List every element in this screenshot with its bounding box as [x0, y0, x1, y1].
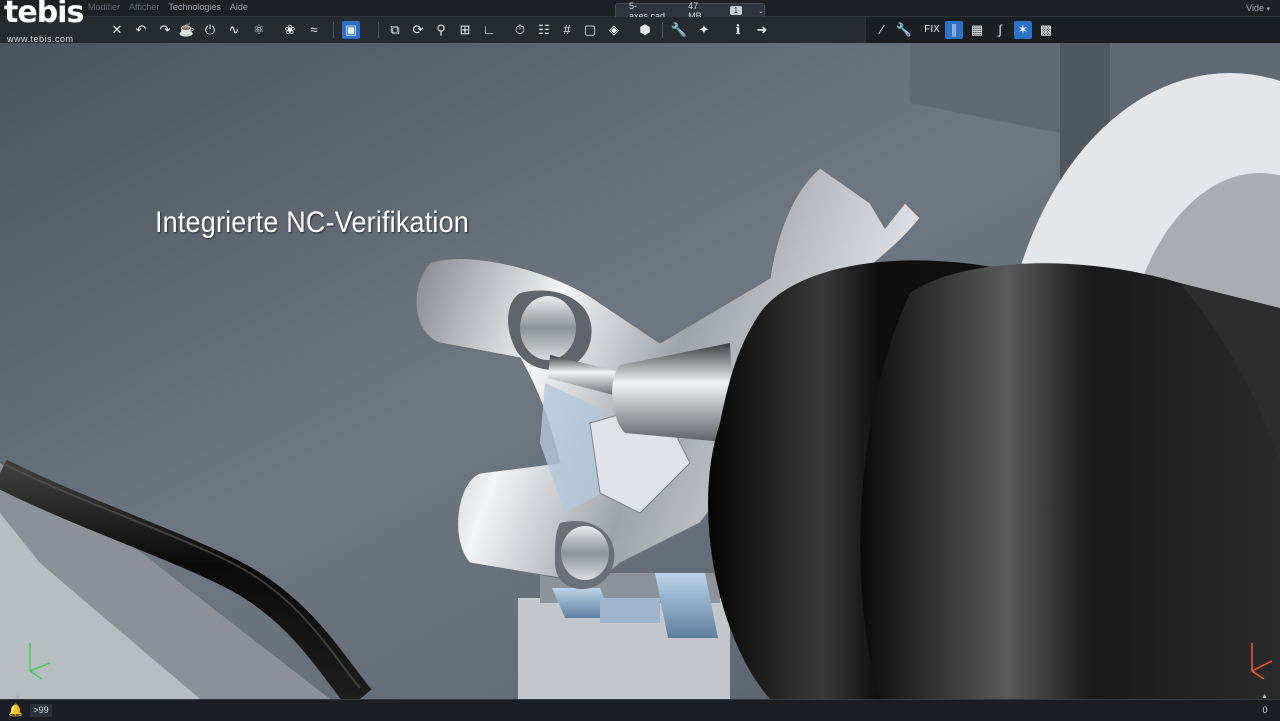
wrench-icon[interactable]: 🔧 — [895, 21, 913, 39]
bell-icon[interactable]: 🔔 — [8, 703, 23, 717]
collision-check-icon[interactable]: ✶ — [1014, 21, 1032, 39]
simulation-icon[interactable]: ∫ — [991, 21, 1009, 39]
chevron-up-icon[interactable]: ▲ — [14, 693, 21, 700]
parallel-lines-icon[interactable]: ∕ — [873, 21, 891, 39]
axis-icon[interactable]: ∟ — [480, 21, 498, 39]
menu-bar: Modifier Afficher Technologies Aide 5-ax… — [0, 0, 1280, 21]
fix-button[interactable]: FIX — [921, 21, 943, 39]
workpiece-bore-top-inner — [520, 296, 576, 360]
main-toolbar: ✕ ↶ ↷ ☕ ⏻ ∿ ⚛ ❀ ≈ ▣ ⧉ ⟳ ⚲ ⊞ ∟ ⏱ ☷ # ▢ ◈ … — [0, 17, 865, 43]
refresh-icon[interactable]: ⟳ — [409, 21, 427, 39]
workpiece-bore-bottom-inner — [561, 526, 609, 580]
toolbar-divider — [378, 22, 379, 38]
document-tab[interactable]: 5-axes.cad 47 MB 1 ⌄ — [615, 1, 765, 21]
message-count[interactable]: >99 — [30, 704, 52, 717]
mode-label: Vide — [1246, 3, 1264, 13]
power-icon[interactable]: ⏻ — [201, 21, 219, 39]
toolpath-icon[interactable]: ∥ — [945, 21, 963, 39]
timer-icon[interactable]: ⏱ — [511, 21, 529, 39]
machining-scene — [0, 43, 1280, 699]
tebis-logo: tebis www.tebis.com — [4, 0, 86, 44]
main-menu: Modifier Afficher Technologies Aide — [88, 2, 248, 12]
menu-item-technologies[interactable]: Technologies — [168, 2, 221, 12]
section-view-icon[interactable]: ◈ — [605, 21, 623, 39]
machine-icon[interactable]: ▩ — [1037, 21, 1055, 39]
render-mode-icon[interactable]: ▣ — [342, 21, 360, 39]
clamp-middle — [600, 598, 660, 623]
logo-url: www.tebis.com — [7, 34, 74, 44]
video-caption: Integrierte NC-Verifikation — [155, 206, 470, 239]
delete-icon[interactable]: ✕ — [108, 21, 126, 39]
3d-viewport[interactable]: Integrierte NC-Verifikation — [0, 43, 1280, 699]
nc-toolbar: ∕ 🔧 FIX ∥ ▦ ∫ ✶ ▩ — [866, 17, 1280, 43]
frame-icon[interactable]: ▢ — [581, 21, 599, 39]
menu-item-afficher[interactable]: Afficher — [129, 2, 159, 12]
menu-item-modifier[interactable]: Modifier — [88, 2, 120, 12]
logo-wordmark: tebis — [4, 0, 84, 30]
search-zoom-icon[interactable]: ⚲ — [432, 21, 450, 39]
pattern-tool-icon[interactable]: ❀ — [281, 21, 299, 39]
measure-icon[interactable]: ☷ — [535, 21, 553, 39]
window-count-badge: 1 — [729, 6, 743, 15]
magic-wand-icon[interactable]: ✦ — [695, 21, 713, 39]
mode-selector[interactable]: Vide ▾ — [1246, 3, 1270, 13]
chevron-down-icon[interactable]: ⌄ — [758, 7, 764, 15]
box-view-icon[interactable]: ⬢ — [636, 21, 654, 39]
menu-item-aide[interactable]: Aide — [230, 2, 248, 12]
wrench-icon[interactable]: 🔧 — [670, 21, 688, 39]
info-icon[interactable]: ℹ — [729, 21, 747, 39]
tooth-icon[interactable]: ☕ — [178, 21, 196, 39]
toolbar-divider — [333, 22, 334, 38]
warning-count[interactable]: 0 — [1258, 704, 1272, 717]
undo-arrow-icon[interactable]: ↶ — [132, 21, 150, 39]
redo-arrow-icon[interactable]: ↷ — [156, 21, 174, 39]
zoom-fit-icon[interactable]: ⊞ — [456, 21, 474, 39]
help-pointer-icon[interactable]: ➜ — [753, 21, 771, 39]
status-bar: ▲ 🔔 >99 ▲ 0 — [0, 693, 1280, 721]
stock-icon[interactable]: ▦ — [968, 21, 986, 39]
grid-icon[interactable]: # — [558, 21, 576, 39]
text-tool-icon[interactable]: ⚛ — [250, 21, 268, 39]
toolbar-divider — [662, 22, 663, 38]
layers-icon[interactable]: ⧉ — [386, 21, 404, 39]
curve-tool-icon[interactable]: ∿ — [225, 21, 243, 39]
chevron-down-icon: ▾ — [1266, 6, 1270, 13]
wave-tool-icon[interactable]: ≈ — [305, 21, 323, 39]
chevron-up-icon[interactable]: ▲ — [1261, 693, 1268, 700]
